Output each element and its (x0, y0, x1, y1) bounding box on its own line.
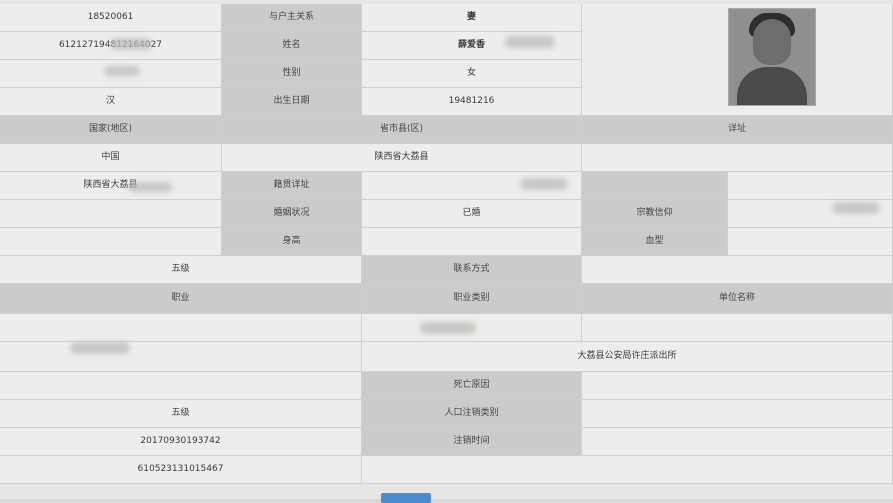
cancel-category-label: 人口注销类别 (362, 400, 582, 428)
blank-cell (0, 372, 362, 400)
height-label: 身高 (222, 228, 362, 256)
redaction-mark (104, 66, 140, 76)
province-label: 省市县(区) (222, 116, 582, 144)
native-place-value: 陕西省大荔县 (0, 172, 222, 200)
employer-label: 单位名称 (582, 284, 893, 314)
gender-value: 女 (362, 60, 582, 88)
blank-cell (0, 200, 222, 228)
police-station-value: 大荔县公安局许庄派出所 (362, 342, 893, 372)
death-reason-value (582, 372, 893, 400)
contact-label: 联系方式 (362, 256, 582, 284)
address-detail-label: 详址 (582, 116, 893, 144)
ethnicity-value: 汉 (0, 88, 222, 116)
record-number: 20170930193742 (0, 428, 362, 456)
cancel-time-label: 注销时间 (362, 428, 582, 456)
relation-value: 妻 (362, 4, 582, 32)
blank-cell (362, 456, 893, 484)
gender-label: 性别 (222, 60, 362, 88)
redaction-mark (420, 322, 476, 334)
blank-label (582, 172, 728, 200)
occupation-value (0, 314, 362, 342)
redaction-mark (70, 342, 130, 354)
contact-value (582, 256, 893, 284)
cancel-time-value (582, 428, 893, 456)
blank-cell (0, 228, 222, 256)
relation-label: 与户主关系 (222, 4, 362, 32)
person-info-sheet: 18520061 与户主关系 妻 612127194812164027 姓名 薛… (0, 0, 893, 503)
redaction-mark (110, 38, 152, 50)
birth-value: 19481216 (362, 88, 582, 116)
religion-label: 宗教信仰 (582, 200, 728, 228)
redaction-mark (505, 36, 555, 48)
portrait-photo-icon (728, 8, 816, 106)
record-id: 18520061 (0, 4, 222, 32)
marital-label: 婚姻状况 (222, 200, 362, 228)
code-number: 610523131015467 (0, 456, 362, 484)
address-detail-value (582, 144, 893, 172)
blood-label: 血型 (582, 228, 728, 256)
native-detail-label: 籍贯详址 (222, 172, 362, 200)
redaction-mark (520, 178, 568, 190)
country-label: 国家(地区) (0, 116, 222, 144)
marital-value: 已婚 (362, 200, 582, 228)
blank-value (728, 172, 893, 200)
name-label: 姓名 (222, 32, 362, 60)
level-value: 五级 (0, 400, 362, 428)
blank-cell (0, 342, 362, 372)
employer-value (582, 314, 893, 342)
education-value: 五级 (0, 256, 362, 284)
submit-button[interactable] (381, 493, 431, 503)
death-reason-label: 死亡原因 (362, 372, 582, 400)
cancel-category-value (582, 400, 893, 428)
occupation-label: 职业 (0, 284, 362, 314)
redaction-mark (832, 202, 880, 214)
job-type-label: 职业类别 (362, 284, 582, 314)
birth-label: 出生日期 (222, 88, 362, 116)
redaction-mark (128, 182, 172, 192)
country-value: 中国 (0, 144, 222, 172)
blood-value (728, 228, 893, 256)
province-value: 陕西省大荔县 (222, 144, 582, 172)
height-value (362, 228, 582, 256)
